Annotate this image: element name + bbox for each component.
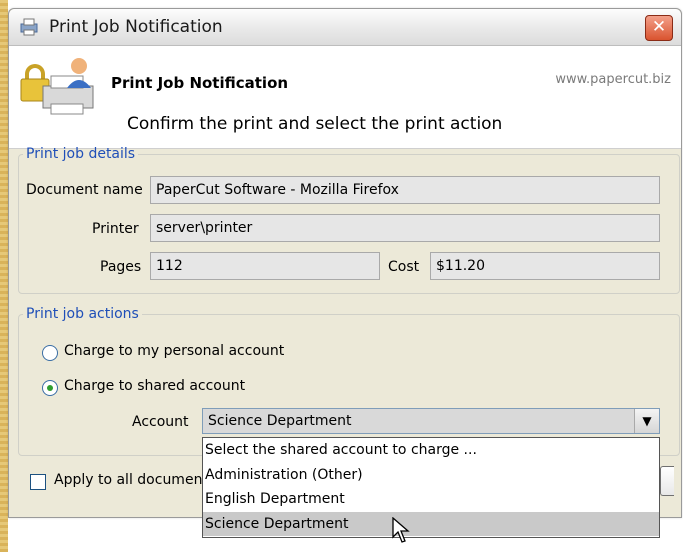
pages-field: 112	[150, 252, 380, 280]
vendor-url: www.papercut.biz	[555, 72, 671, 87]
apply-all-checkbox[interactable]	[30, 474, 46, 490]
account-option[interactable]: Select the shared account to charge ...	[203, 438, 659, 463]
window-title: Print Job Notification	[49, 17, 223, 37]
printer-field: server\printer	[150, 214, 660, 242]
account-label: Account	[132, 414, 189, 430]
document-name-field: PaperCut Software - Mozilla Firefox	[150, 176, 660, 204]
printer-label: Printer	[92, 221, 139, 237]
actions-legend: Print job actions	[26, 306, 139, 322]
details-legend: Print job details	[26, 146, 136, 162]
dialog-header: Print Job Notification www.papercut.biz …	[9, 46, 681, 149]
header-title: Print Job Notification	[111, 74, 289, 92]
lock-printer-icon	[20, 58, 94, 115]
account-option[interactable]: Administration (Other)	[203, 463, 659, 488]
mouse-cursor-icon	[392, 517, 410, 543]
close-button[interactable]: ✕	[645, 15, 673, 41]
personal-account-label[interactable]: Charge to my personal account	[64, 343, 284, 359]
printer-icon	[20, 18, 38, 36]
background-stripe	[0, 0, 8, 552]
print-button[interactable]	[660, 466, 674, 496]
personal-account-radio[interactable]	[42, 345, 58, 361]
shared-account-radio[interactable]	[42, 380, 58, 396]
document-name-label: Document name	[26, 182, 143, 198]
cost-label: Cost	[388, 259, 420, 275]
header-subtitle: Confirm the print and select the print a…	[127, 114, 503, 134]
chevron-down-icon[interactable]: ▼	[634, 409, 659, 433]
account-select[interactable]: Science Department ▼	[202, 408, 660, 434]
shared-account-label[interactable]: Charge to shared account	[64, 378, 245, 394]
pages-label: Pages	[100, 259, 142, 275]
account-select-value: Science Department	[208, 413, 352, 429]
cost-field: $11.20	[430, 252, 660, 280]
apply-all-label[interactable]: Apply to all documen	[54, 472, 202, 488]
account-option[interactable]: English Department	[203, 487, 659, 512]
account-dropdown-list[interactable]: Select the shared account to charge ... …	[202, 437, 660, 538]
title-bar: Print Job Notification ✕	[9, 9, 681, 46]
account-option-selected[interactable]: Science Department	[203, 511, 659, 536]
